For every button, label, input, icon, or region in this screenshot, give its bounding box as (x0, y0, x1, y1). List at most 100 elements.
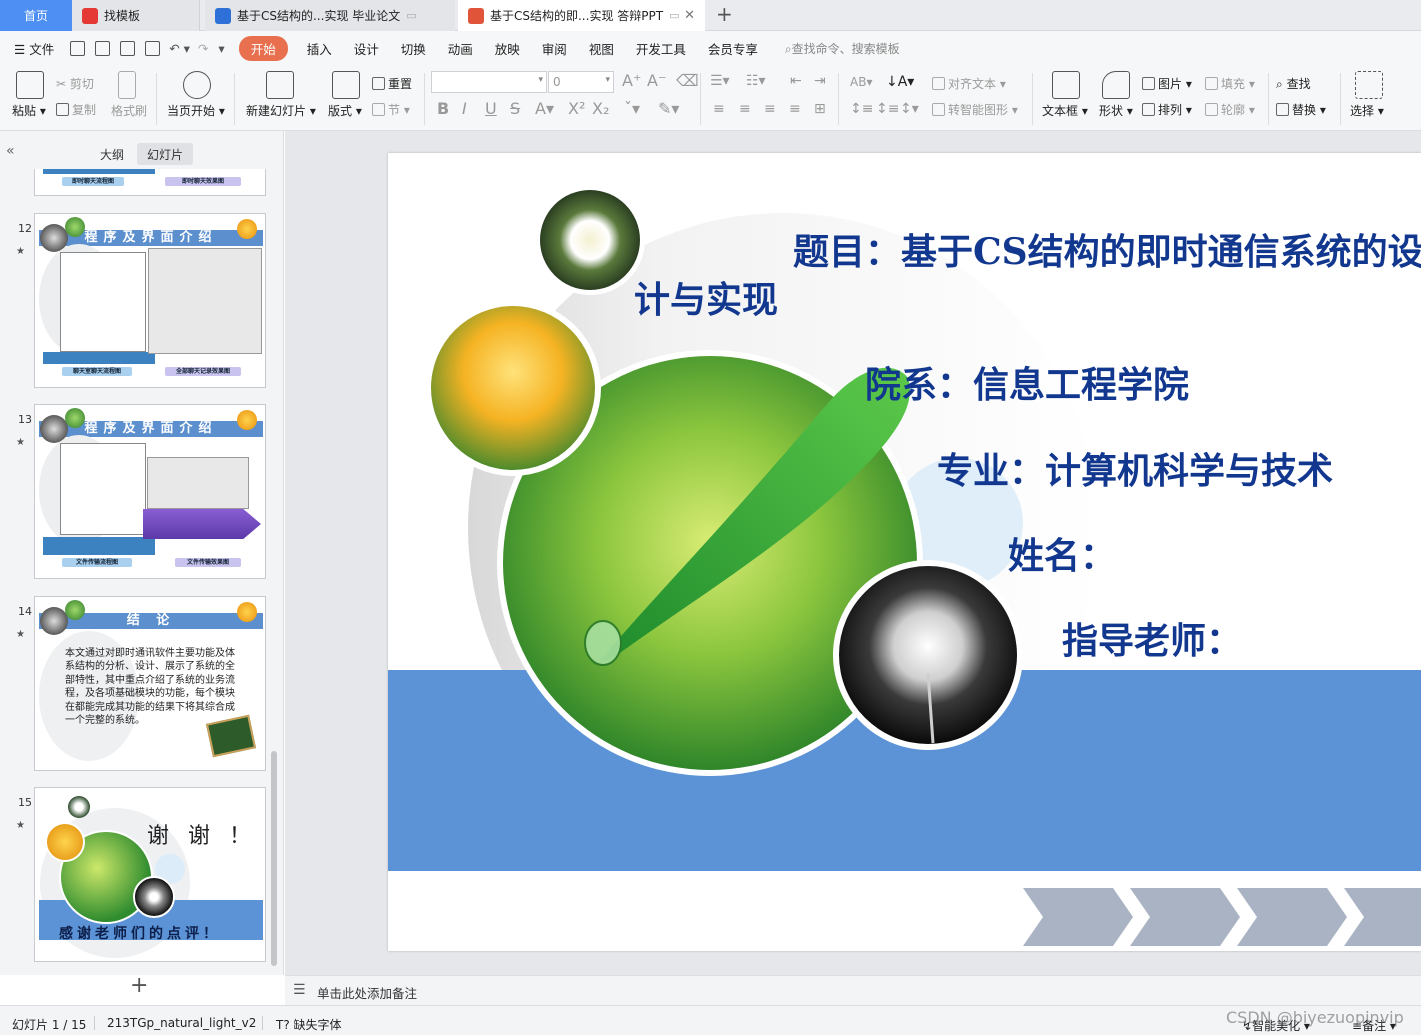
increase-font-icon[interactable]: A⁺ (622, 71, 641, 90)
file-menu[interactable]: ☰ 文件 (0, 39, 65, 58)
replace-button[interactable]: 替换 ▾ (1276, 101, 1326, 118)
align-text-button[interactable]: 对齐文本 ▾ (932, 75, 1006, 92)
slide-thumbnail-15[interactable]: 谢 谢 ！ 感谢老师们的点评！ (34, 787, 266, 962)
select-cursor-icon[interactable] (1355, 71, 1383, 99)
highlight-icon[interactable]: ✎▾ (658, 99, 679, 118)
menu-developer[interactable]: 开发工具 (625, 39, 697, 58)
tab-home[interactable]: 首页 (0, 0, 72, 31)
play-from-current-icon[interactable] (183, 71, 211, 99)
slide-thumbnail-11[interactable]: 即时聊天流程图 即时聊天效果图 (34, 169, 266, 196)
format-painter-icon[interactable] (118, 71, 136, 99)
bullet-list-icon[interactable]: ☰▾ (710, 73, 730, 89)
menu-membership[interactable]: 会员专享 (697, 39, 769, 58)
command-search[interactable]: ⌕查找命令、搜索模板 (785, 40, 900, 57)
slide-name[interactable]: 姓名： (1008, 527, 1116, 579)
distribute-icon[interactable]: ⊞ (814, 101, 826, 117)
tab-outline[interactable]: 大纲 (90, 143, 134, 165)
current-slide[interactable]: 题目：基于CS结构的即时通信系统的设 计与实现 院系：信息工程学院 专业：计算机… (388, 153, 1421, 951)
bold-icon[interactable]: B (437, 99, 449, 118)
layout-icon[interactable] (332, 71, 360, 99)
menu-design[interactable]: 设计 (343, 39, 390, 58)
slide-department[interactable]: 院系：信息工程学院 (865, 356, 1189, 408)
menu-slideshow[interactable]: 放映 (484, 39, 531, 58)
paragraph-spacing-icon[interactable]: ↕≡ (876, 101, 899, 117)
textbox-icon[interactable] (1052, 71, 1080, 99)
notes-placeholder[interactable]: 单击此处添加备注 (317, 983, 417, 1002)
picture-button[interactable]: 图片 ▾ (1142, 75, 1192, 92)
export-pdf-icon[interactable] (95, 40, 111, 56)
paste-button[interactable]: 粘贴 ▾ (12, 102, 46, 119)
notes-bar[interactable]: ☰ 单击此处添加备注 (285, 975, 1421, 1005)
menu-home[interactable]: 开始 (238, 35, 288, 61)
slide-major[interactable]: 专业：计算机科学与技术 (937, 442, 1333, 494)
collapse-panel-icon[interactable]: « (6, 143, 15, 159)
add-slide-button[interactable]: + (130, 973, 148, 998)
justify-icon[interactable]: ≡ (789, 101, 801, 117)
panel-scrollbar-thumb[interactable] (271, 751, 277, 966)
menu-transitions[interactable]: 切换 (390, 39, 437, 58)
numbered-list-icon[interactable]: ☷▾ (746, 73, 766, 89)
shape-icon[interactable] (1102, 71, 1130, 99)
pin-icon[interactable]: ▭ (406, 9, 416, 22)
slide-thumbnail-13[interactable]: 程序及界面介绍 文件传输流程图 文件传输效果图 (34, 404, 266, 579)
decrease-indent-icon[interactable]: ⇤ (790, 73, 802, 89)
customize-quick-access-icon[interactable]: ▾ (212, 41, 230, 56)
slide-title-line1[interactable]: 题目：基于CS结构的即时通信系统的设 (793, 223, 1421, 275)
font-family-select[interactable]: ▾ (431, 71, 547, 93)
fill-button[interactable]: 填充 ▾ (1205, 75, 1255, 92)
missing-font-button[interactable]: T? 缺失字体 (276, 1016, 342, 1033)
line-spacing-icon[interactable]: ↕≡ (850, 101, 873, 117)
section-button[interactable]: 节 ▾ (372, 101, 410, 118)
font-color-icon[interactable]: A▾ (535, 99, 554, 118)
pin-icon[interactable]: ▭ (669, 9, 679, 22)
increase-indent-icon[interactable]: ⇥ (814, 73, 826, 89)
decrease-font-icon[interactable]: A⁻ (647, 71, 666, 90)
new-slide-icon[interactable] (266, 71, 294, 99)
font-size-select[interactable]: 0 ▾ (548, 71, 614, 93)
new-slide-button[interactable]: 新建幻灯片 ▾ (246, 102, 316, 119)
menu-review[interactable]: 审阅 (531, 39, 578, 58)
align-center-icon[interactable]: ≡ (739, 101, 751, 117)
format-painter-button[interactable]: 格式刷 (111, 102, 147, 119)
from-current-button[interactable]: 当页开始 ▾ (167, 102, 225, 119)
print-icon[interactable] (120, 40, 136, 56)
menu-view[interactable]: 视图 (578, 39, 625, 58)
slide-advisor[interactable]: 指导老师： (1062, 612, 1242, 664)
menu-insert[interactable]: 插入 (296, 39, 343, 58)
slide-title-line2[interactable]: 计与实现 (634, 271, 778, 323)
tab-presentation[interactable]: 基于CS结构的即...实现 答辩PPT ▭ ✕ (458, 0, 705, 31)
subscript-icon[interactable]: X₂ (592, 99, 609, 118)
italic-icon[interactable]: I (462, 99, 467, 118)
layout-button[interactable]: 版式 ▾ (328, 102, 362, 119)
outline-button[interactable]: 轮廓 ▾ (1205, 101, 1255, 118)
new-tab-button[interactable]: + (716, 2, 733, 26)
print-preview-icon[interactable] (145, 40, 161, 56)
underline-icon[interactable]: U (485, 99, 497, 118)
redo-icon[interactable]: ↷ (194, 41, 212, 56)
slide-thumbnail-14[interactable]: 结 论 本文通过对即时通讯软件主要功能及体系结构的分析、设计、展示了系统的全部特… (34, 596, 266, 771)
arrange-button[interactable]: 排列 ▾ (1142, 101, 1192, 118)
clear-format-icon[interactable]: ⌫ (676, 71, 699, 90)
smart-art-button[interactable]: 转智能图形 ▾ (932, 101, 1018, 118)
tab-templates[interactable]: 找模板 (72, 0, 200, 31)
menu-animations[interactable]: 动画 (437, 39, 484, 58)
sort-icon[interactable]: ↓A▾ (886, 74, 914, 90)
reset-button[interactable]: 重置 (372, 75, 412, 92)
cut-button[interactable]: ✂ 剪切 (56, 75, 94, 92)
tab-document[interactable]: 基于CS结构的...实现 毕业论文 ▭ (205, 0, 455, 31)
align-left-icon[interactable]: ≡ (713, 101, 725, 117)
shape-button[interactable]: 形状 ▾ (1099, 102, 1133, 119)
slide-thumbnail-12[interactable]: 程序及界面介绍 聊天室聊天流程图 全部聊天记录效果图 (34, 213, 266, 388)
copy-button[interactable]: 复制 (56, 101, 96, 118)
find-button[interactable]: ⌕ 查找 (1276, 75, 1311, 92)
strikethrough-icon[interactable]: S (510, 99, 520, 118)
theme-name[interactable]: 213TGp_natural_light_v2 (107, 1016, 256, 1030)
superscript-icon[interactable]: X² (568, 99, 585, 118)
column-icon[interactable]: ↕▾ (900, 101, 919, 117)
align-right-icon[interactable]: ≡ (764, 101, 776, 117)
phonetic-guide-icon[interactable]: ˇ▾ (624, 99, 640, 118)
select-button[interactable]: 选择 ▾ (1350, 102, 1384, 119)
text-direction-icon[interactable]: AB▾ (850, 75, 872, 89)
save-icon[interactable] (70, 40, 86, 56)
undo-icon[interactable]: ↶ ▾ (165, 41, 194, 56)
